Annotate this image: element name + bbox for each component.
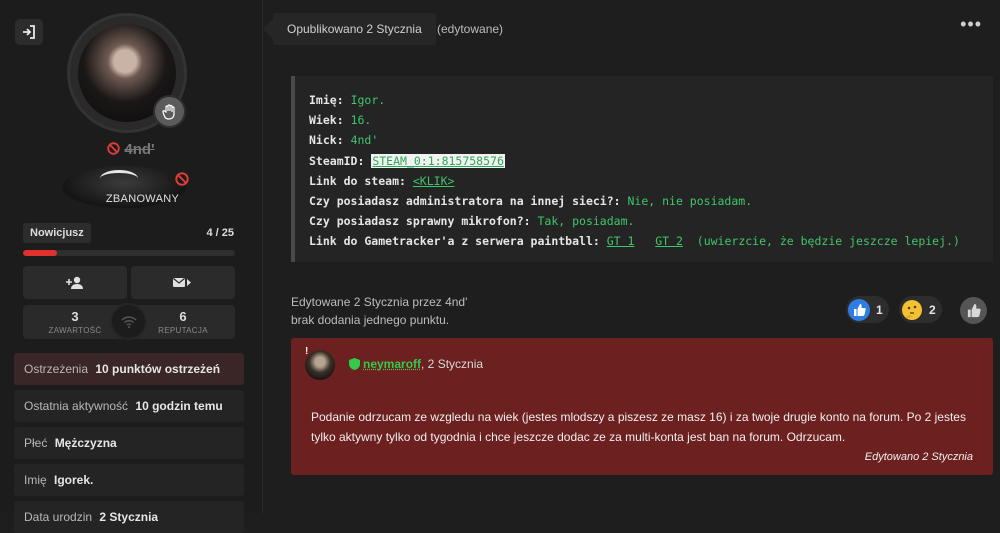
code-value: 4nd' <box>350 133 379 148</box>
code-line-steam-link: Link do steam: <KLIK> <box>309 171 993 191</box>
first-name-value: Igorek. <box>54 473 94 487</box>
code-value: 16. <box>350 113 372 128</box>
code-key: Link do Gametracker'a z serwera paintbal… <box>309 234 600 249</box>
wifi-icon <box>120 315 137 328</box>
envelope-icon <box>173 277 191 287</box>
warnings-field[interactable]: Ostrzeżenia 10 punktów ostrzeżeń <box>14 353 244 385</box>
edit-reason: brak dodania jednego punktu. <box>291 313 450 327</box>
steamid-link[interactable]: STEAM_0:1:815758576 <box>371 153 505 168</box>
moderator-edited: Edytowano 2 Stycznia <box>864 451 973 463</box>
moderator-name[interactable]: neymaroff <box>363 357 421 371</box>
edit-note: Edytowane 2 Stycznia przez 4nd' <box>291 295 468 309</box>
thinking-count: 2 <box>929 302 936 317</box>
code-line-steamid: SteamID: STEAM_0:1:815758576 <box>309 151 993 171</box>
code-line-admin: Czy posiadasz administratora na innej si… <box>309 191 993 211</box>
moderator-text: Podanie odrzucam ze wzgledu na wiek (jes… <box>311 410 966 444</box>
gametracker-link-2[interactable]: GT 2 <box>655 234 683 248</box>
code-line-microphone: Czy posiadasz sprawny mikrofon?: Tak, po… <box>309 211 993 231</box>
group-label: ZBANOWANY <box>105 193 180 205</box>
banned-icon <box>107 142 121 155</box>
reaction-thinking[interactable]: 2 <box>899 296 942 323</box>
date-pointer <box>263 19 273 39</box>
reputation-label: REPUTACJA <box>158 326 208 335</box>
gender-field: Płeć Mężczyzna <box>14 427 244 459</box>
banned-swoosh-graphic <box>100 170 138 187</box>
code-key: SteamID: <box>309 153 365 168</box>
code-value: Tak, posiadam. <box>537 214 635 229</box>
code-line-nick: Nick: 4nd' <box>309 130 993 150</box>
edited-tag: (edytowane) <box>437 22 504 36</box>
author-name: 4nd' <box>124 141 155 158</box>
code-key: Nick: <box>309 133 344 148</box>
rank-title: Nowicjusz <box>23 223 91 243</box>
last-activity-label: Ostatnia aktywność <box>24 399 129 413</box>
thinking-icon <box>902 299 922 320</box>
more-options-icon[interactable]: ••• <box>960 14 982 35</box>
last-activity-field: Ostatnia aktywność 10 godzin temu <box>14 390 244 422</box>
code-key: Wiek: <box>309 113 344 128</box>
rank-progress-fill <box>23 250 57 256</box>
birthday-value: 2 Stycznia <box>99 510 159 524</box>
add-user-icon <box>66 276 83 289</box>
react-button[interactable] <box>960 297 987 324</box>
code-key: Czy posiadasz administratora na innej si… <box>309 193 621 208</box>
like-count: 1 <box>876 302 883 317</box>
rank-progress-text: 4 / 25 <box>206 227 234 239</box>
gametracker-link-1[interactable]: GT 1 <box>607 234 635 248</box>
author-username[interactable]: 4nd' <box>0 141 262 158</box>
birthday-field: Data urodzin 2 Stycznia <box>14 501 244 533</box>
code-key: Imię: <box>309 93 344 107</box>
reaction-like[interactable]: 1 <box>846 296 889 323</box>
gender-label: Płeć <box>24 436 48 450</box>
code-value: (uwierzcie, że będzie jeszcze lepiej.) <box>696 234 960 249</box>
online-status <box>110 303 147 340</box>
code-line-age: Wiek: 16. <box>309 110 993 130</box>
message-user-button[interactable] <box>131 266 235 299</box>
thumbs-up-icon <box>967 303 981 318</box>
steam-profile-link[interactable]: <KLIK> <box>413 174 455 188</box>
moderator-comment: ! neymaroff, 2 Stycznia Podanie odrzucam… <box>291 338 993 475</box>
sign-in-icon <box>23 25 35 39</box>
first-name-field: Imię Igorek. <box>14 464 244 496</box>
like-icon <box>848 298 870 321</box>
moderator-date: , 2 Stycznia <box>421 357 484 371</box>
hand-badge-icon <box>153 95 186 128</box>
follow-user-button[interactable] <box>23 266 127 299</box>
code-line-gametracker: Link do Gametracker'a z serwera paintbal… <box>309 231 993 251</box>
first-name-label: Imię <box>24 473 47 487</box>
warnings-label: Ostrzeżenia <box>24 362 89 376</box>
post-content: Opublikowano 2 Stycznia (edytowane) ••• … <box>263 0 1000 513</box>
moderator-avatar[interactable] <box>305 350 335 380</box>
application-codeblock: Imię: Igor. Wiek: 16. Nick: 4nd' SteamID… <box>291 76 993 262</box>
sign-in-button[interactable] <box>15 19 43 45</box>
gender-value: Mężczyzna <box>54 436 117 450</box>
code-value: Nie, nie posiadam. <box>627 193 753 208</box>
post-date[interactable]: Opublikowano 2 Stycznia <box>263 13 436 45</box>
banned-small-icon <box>175 172 189 186</box>
warnings-value: 10 punktów ostrzeżeń <box>95 362 221 376</box>
author-sidebar: 4nd' ZBANOWANY Nowicjusz 4 / 25 3 ZAWART… <box>0 0 263 533</box>
code-value: Igor. <box>350 93 386 107</box>
exclamation-icon: ! <box>305 346 309 357</box>
code-key: Link do steam: <box>309 173 406 188</box>
moderator-header: neymaroff, 2 Stycznia <box>349 357 483 371</box>
shield-icon <box>349 358 360 370</box>
rank-progress-bar <box>23 250 235 256</box>
code-key: Czy posiadasz sprawny mikrofon?: <box>309 214 531 229</box>
birthday-label: Data urodzin <box>24 510 93 524</box>
code-line-name: Imię: Igor. <box>309 90 993 110</box>
post-date-text: Opublikowano 2 Stycznia <box>287 22 422 36</box>
last-activity-value: 10 godzin temu <box>135 399 223 413</box>
